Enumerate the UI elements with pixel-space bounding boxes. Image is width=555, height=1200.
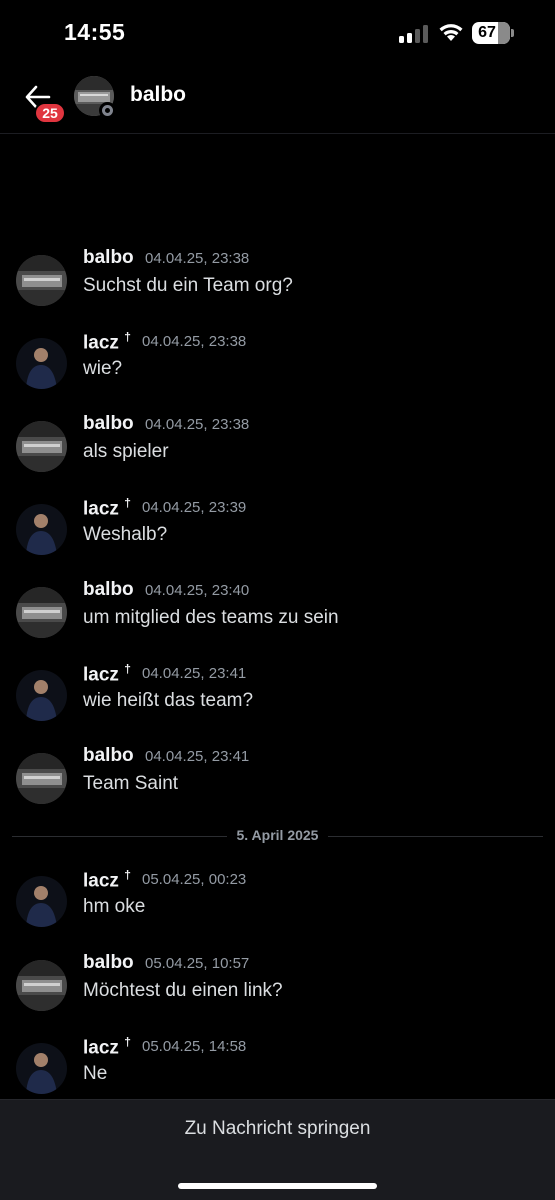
avatar[interactable]: [16, 587, 67, 638]
message-timestamp: 04.04.25, 23:40: [145, 582, 250, 599]
author-marker: †: [124, 330, 131, 344]
message-timestamp: 05.04.25, 00:23: [142, 871, 247, 888]
dm-screen: 14:55 67 25 balbo balbo 04.04.25, 23:38 …: [0, 0, 555, 1200]
date-divider-label: 5. April 2025: [226, 827, 329, 843]
message-item[interactable]: balbo 04.04.25, 23:40 um mitglied des te…: [0, 579, 555, 657]
message-text: hm oke: [83, 896, 146, 917]
battery-level: 67: [478, 24, 496, 41]
message-item[interactable]: lacz † 04.04.25, 23:41 wie heißt das tea…: [0, 662, 555, 740]
cellular-signal-icon: [399, 25, 429, 43]
chat-header: 25 balbo: [0, 66, 555, 134]
status-bar: 14:55 67: [0, 0, 555, 66]
offline-status-icon: [99, 102, 116, 119]
contact-name[interactable]: balbo: [130, 83, 186, 107]
message-item[interactable]: balbo 05.04.25, 10:57 Möchtest du einen …: [0, 952, 555, 1030]
battery-indicator: 67: [472, 22, 514, 44]
avatar[interactable]: [16, 670, 67, 721]
message-item[interactable]: lacz † 05.04.25, 00:23 hm oke: [0, 868, 555, 946]
message-author[interactable]: lacz †: [83, 330, 131, 354]
message-item[interactable]: balbo 04.04.25, 23:38 Suchst du ein Team…: [0, 247, 555, 325]
avatar[interactable]: [16, 504, 67, 555]
message-text: Team Saint: [83, 773, 179, 794]
status-time: 14:55: [64, 19, 126, 45]
jump-to-message-button[interactable]: Zu Nachricht springen: [0, 1118, 555, 1140]
avatar[interactable]: [16, 338, 67, 389]
avatar[interactable]: [16, 753, 67, 804]
message-timestamp: 05.04.25, 10:57: [145, 955, 250, 972]
message-timestamp: 05.04.25, 14:58: [142, 1038, 247, 1055]
message-item[interactable]: lacz † 04.04.25, 23:39 Weshalb?: [0, 496, 555, 574]
message-author[interactable]: balbo: [83, 413, 134, 435]
message-author[interactable]: lacz †: [83, 662, 131, 686]
unread-badge: 25: [34, 102, 66, 124]
message-timestamp: 04.04.25, 23:38: [145, 250, 250, 267]
message-author[interactable]: balbo: [83, 579, 134, 601]
message-item[interactable]: balbo 04.04.25, 23:41 Team Saint: [0, 745, 555, 823]
author-marker: †: [124, 868, 131, 882]
author-marker: †: [124, 496, 131, 510]
message-author[interactable]: balbo: [83, 745, 134, 767]
message-text: Suchst du ein Team org?: [83, 275, 293, 296]
message-timestamp: 04.04.25, 23:41: [145, 748, 250, 765]
message-timestamp: 04.04.25, 23:38: [142, 333, 247, 350]
message-text: Ne: [83, 1063, 108, 1084]
author-marker: †: [124, 1035, 131, 1049]
message-item[interactable]: lacz † 04.04.25, 23:38 wie?: [0, 330, 555, 408]
message-text: Möchtest du einen link?: [83, 980, 283, 1001]
message-text: wie heißt das team?: [83, 690, 254, 711]
message-text: wie?: [83, 358, 123, 379]
message-author[interactable]: lacz †: [83, 868, 131, 892]
message-author[interactable]: balbo: [83, 247, 134, 269]
avatar[interactable]: [16, 255, 67, 306]
wifi-icon: [439, 24, 463, 41]
author-marker: †: [124, 662, 131, 676]
message-text: als spieler: [83, 441, 169, 462]
message-author[interactable]: lacz †: [83, 496, 131, 520]
message-author[interactable]: lacz †: [83, 1035, 131, 1059]
home-indicator[interactable]: [178, 1183, 377, 1189]
message-timestamp: 04.04.25, 23:38: [145, 416, 250, 433]
avatar[interactable]: [16, 960, 67, 1011]
avatar[interactable]: [16, 876, 67, 927]
message-text: um mitglied des teams zu sein: [83, 607, 339, 628]
date-divider: 5. April 2025: [12, 827, 543, 845]
message-author[interactable]: balbo: [83, 952, 134, 974]
message-text: Weshalb?: [83, 524, 168, 545]
message-item[interactable]: balbo 04.04.25, 23:38 als spieler: [0, 413, 555, 491]
message-timestamp: 04.04.25, 23:41: [142, 665, 247, 682]
avatar[interactable]: [16, 421, 67, 472]
message-timestamp: 04.04.25, 23:39: [142, 499, 247, 516]
avatar[interactable]: [16, 1043, 67, 1094]
